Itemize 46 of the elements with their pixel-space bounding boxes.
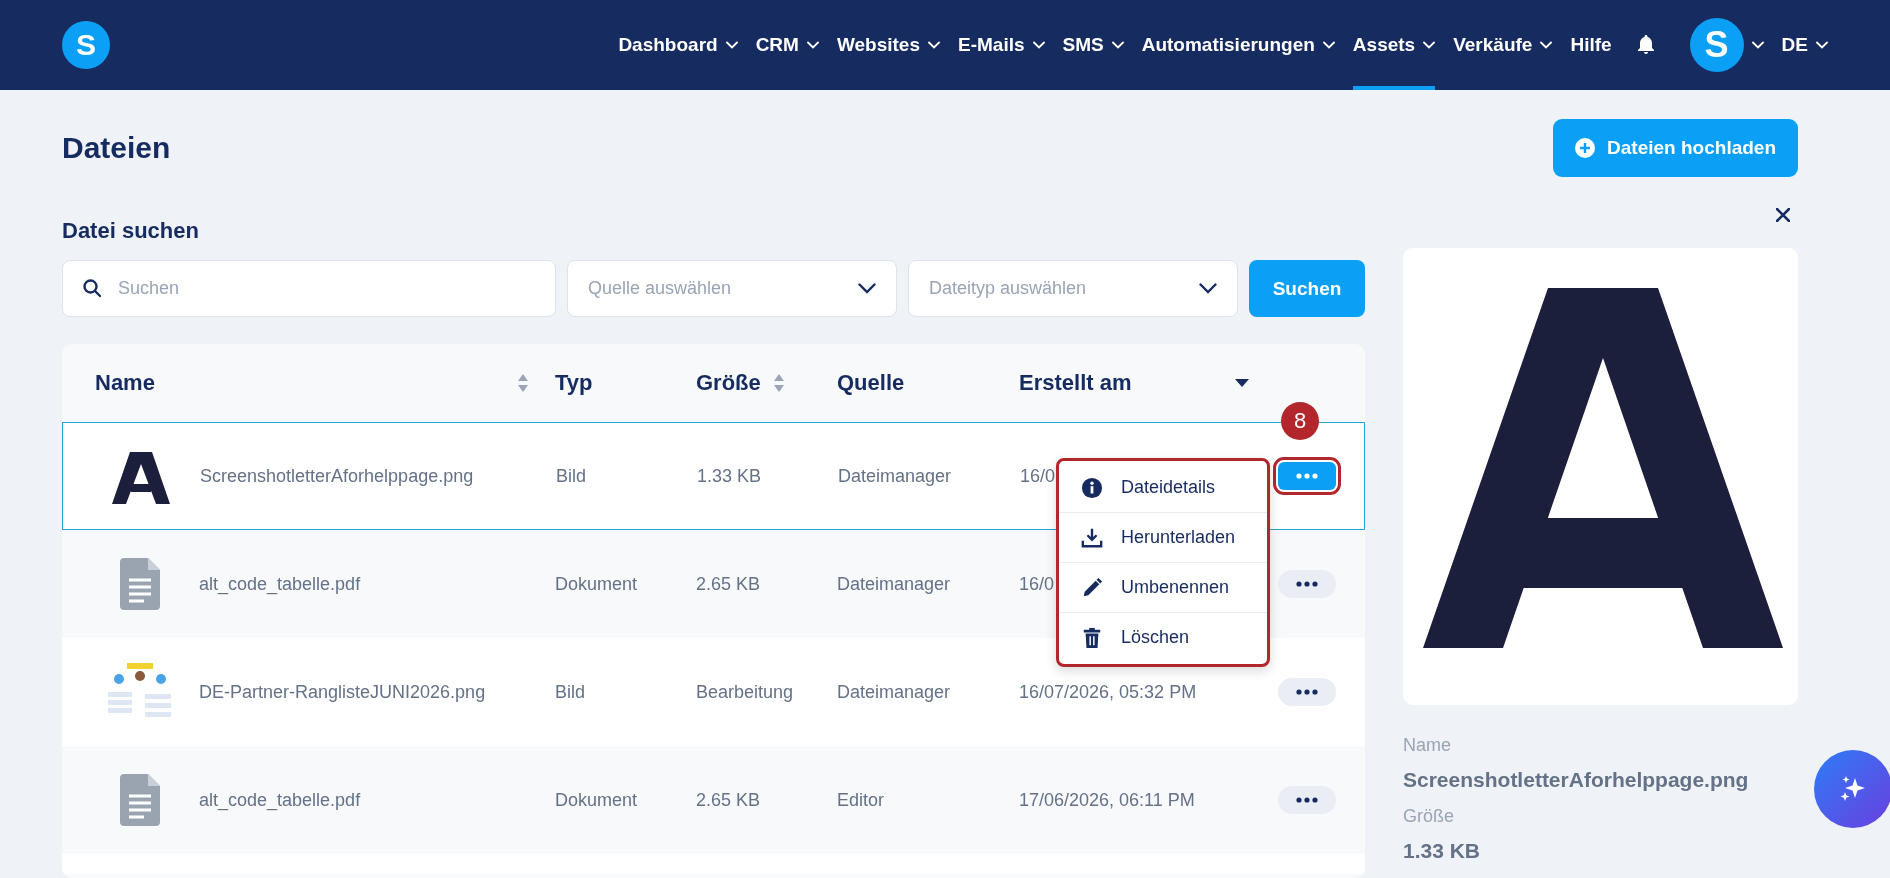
table-cell: Dokument [555, 789, 638, 811]
detail-value: ScreenshotletterAforhelppage.png [1403, 768, 1750, 792]
column-header: Typ [555, 370, 593, 396]
file-name: ScreenshotletterAforhelppage.png [200, 465, 474, 487]
table-cell: Dateimanager [838, 465, 952, 487]
table-cell: Bild [556, 465, 586, 487]
table-cell: 16/07/2026, 05:32 PM [1019, 681, 1197, 703]
table-cell: Editor [837, 789, 885, 811]
search-heading: Datei suchen [62, 218, 200, 244]
search-field[interactable]: Suchen [62, 260, 556, 317]
page-title: Dateien [62, 131, 171, 165]
menu-item[interactable]: Dateidetails [1059, 463, 1267, 513]
nav-menu-item[interactable]: Dashboard [618, 0, 738, 90]
table-cell: 1.33 KB [697, 465, 762, 487]
column-header: Erstellt am [1019, 370, 1132, 396]
step-number-badge: 8 [1281, 402, 1319, 440]
detail-label: Name [1403, 735, 1452, 756]
table-cell: Dokument [555, 573, 638, 595]
detail-label: Größe [1403, 806, 1455, 827]
file-name: alt_code_tabelle.pdf [199, 789, 361, 811]
column-header: Name [95, 370, 155, 396]
file-name: alt_code_tabelle.pdf [199, 573, 361, 595]
nav-menu-item[interactable]: SMS [1062, 0, 1124, 90]
table-cell: 16/0 [1020, 465, 1056, 487]
table-cell: 16/0 [1019, 573, 1055, 595]
table-cell: Bearbeitung [696, 681, 794, 703]
nav-menu-item[interactable]: Verkäufe [1453, 0, 1553, 90]
menu-item[interactable]: Umbenennen [1059, 563, 1267, 613]
table-cell: 2.65 KB [696, 789, 761, 811]
nav-menu-item[interactable]: CRM [755, 0, 819, 90]
table-cell: Dateimanager [837, 573, 951, 595]
nav-menu-item[interactable]: Websites [836, 0, 940, 90]
nav-menu-item[interactable]: E-Mails [958, 0, 1045, 90]
menu-item[interactable]: Herunterladen [1059, 513, 1267, 563]
language-selector[interactable]: DE [1781, 0, 1828, 90]
nav-menu-item[interactable]: Assets [1352, 0, 1436, 90]
table-cell: 17/06/2026, 06:11 PM [1019, 789, 1195, 811]
column-header: Größe [696, 370, 761, 396]
table-cell: Dateimanager [837, 681, 951, 703]
nav-menu-item[interactable]: Hilfe [1570, 0, 1612, 90]
table-cell: Bild [555, 681, 585, 703]
file-name: DE-Partner-RanglisteJUNI2026.png [199, 681, 486, 703]
table-cell: 2.65 KB [696, 573, 761, 595]
detail-value: 1.33 KB [1403, 839, 1482, 863]
column-header: Quelle [837, 370, 905, 396]
nav-menu-item[interactable]: Automatisierungen [1141, 0, 1335, 90]
